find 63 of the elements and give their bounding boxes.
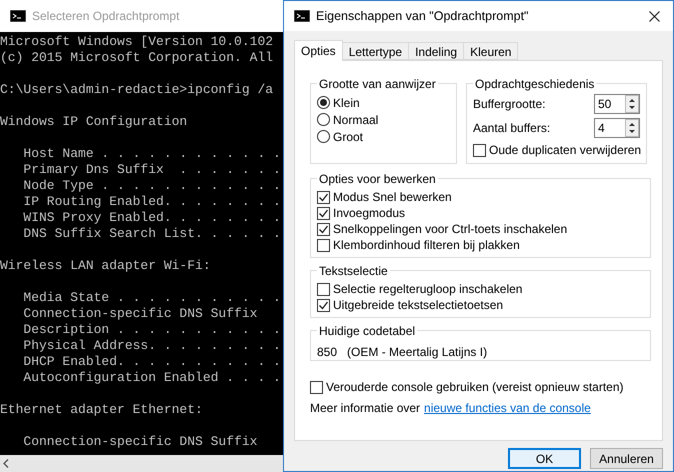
window-title: Eigenschappen van "Opdrachtprompt" [316, 8, 528, 25]
tab[interactable]: Opties [294, 40, 343, 61]
dialog-button[interactable]: Annuleren [590, 448, 663, 469]
checkbox[interactable] [317, 238, 330, 252]
console-line: C:\Users\admin-redactie>ipconfig /a [0, 82, 274, 98]
console-line: (c) 2015 Microsoft Corporation. All [0, 50, 274, 66]
checkbox-label: Modus Snel bewerken [333, 189, 452, 206]
radio-label: Klein [333, 94, 360, 112]
console-line: IP Routing Enabled. . . . . . . . [22, 194, 281, 210]
window-title: Selecteren Opdrachtprompt [32, 8, 180, 25]
command-prompt-icon [10, 10, 26, 22]
info-link[interactable]: nieuwe functies van de console [424, 399, 591, 417]
checkbox-label: Klembordinhoud filteren bij plakken [333, 237, 520, 254]
console-line: DNS Suffix Search List. . . . . . [22, 226, 281, 242]
radio-button[interactable] [317, 113, 330, 126]
console-line: Node Type . . . . . . . . . . . . [22, 178, 281, 194]
command-prompt-icon [294, 10, 310, 22]
tab[interactable]: Indeling [409, 42, 464, 60]
spin-arrows-icon[interactable] [625, 119, 639, 137]
console-line: Microsoft Windows [Version 10.0.102 [0, 34, 274, 50]
checkbox-label: Invoegmodus [333, 205, 406, 222]
console-line: WINS Proxy Enabled. . . . . . . . [22, 210, 281, 226]
radio-label: Normaal [333, 112, 378, 128]
checkbox[interactable] [310, 380, 323, 394]
tab[interactable]: Kleuren [464, 42, 518, 60]
spin-field[interactable]: 4 [594, 118, 640, 138]
field-label: Aantal buffers: [473, 120, 550, 137]
field-label: Buffergrootte: [473, 96, 546, 113]
radio-button[interactable] [317, 130, 330, 143]
spin-arrows-icon[interactable] [625, 95, 639, 113]
console-line: Autoconfiguration Enabled . . . . [22, 370, 281, 386]
console-line: Description . . . . . . . . . . . [22, 322, 281, 338]
console-line: Windows IP Configuration [0, 114, 188, 130]
console-line: DHCP Enabled. . . . . . . . . . . [22, 354, 281, 370]
checkbox[interactable] [473, 144, 486, 156]
checkbox-label: Snelkoppelingen voor Ctrl-toets inschakelen [333, 221, 568, 238]
console-line: Connection-specific DNS Suffix [22, 306, 258, 322]
codepage-number: 850 [317, 344, 338, 361]
close-icon[interactable] [649, 10, 660, 22]
console-line: Host Name . . . . . . . . . . . . [22, 146, 281, 162]
checkbox[interactable] [317, 298, 330, 312]
console-line: Primary Dns Suffix . . . . . . . [22, 162, 281, 178]
radio-label: Groot [333, 128, 364, 146]
radio-button[interactable] [317, 96, 330, 109]
spin-field[interactable]: 50 [594, 94, 640, 114]
checkbox-label: Oude duplicaten verwijderen [489, 142, 642, 159]
codepage-name: (OEM - Meertalig Latijns I) [347, 344, 488, 361]
console-line: Ethernet adapter Ethernet: [0, 402, 203, 418]
checkbox[interactable] [317, 282, 330, 296]
checkbox[interactable] [317, 190, 330, 204]
scroll-left-icon[interactable] [3, 459, 9, 468]
checkbox-label: Selectie regelterugloop inschakelen [333, 281, 522, 298]
console-line: Physical Address. . . . . . . . . [22, 338, 281, 354]
checkbox[interactable] [317, 206, 330, 220]
checkbox[interactable] [317, 222, 330, 236]
dialog-button[interactable]: OK [508, 448, 581, 469]
checkbox-label: Verouderde console gebruiken (vereist opnieuw starten) [326, 379, 624, 396]
console-line: Media State . . . . . . . . . . . [22, 290, 281, 306]
console-line: Connection-specific DNS Suffix [22, 434, 258, 450]
console-line: Wireless LAN adapter Wi-Fi: [0, 258, 211, 274]
tab[interactable]: Lettertype [342, 42, 410, 60]
info-text: Meer informatie over [310, 400, 420, 417]
checkbox-label: Uitgebreide tekstselectietoetsen [333, 297, 504, 314]
